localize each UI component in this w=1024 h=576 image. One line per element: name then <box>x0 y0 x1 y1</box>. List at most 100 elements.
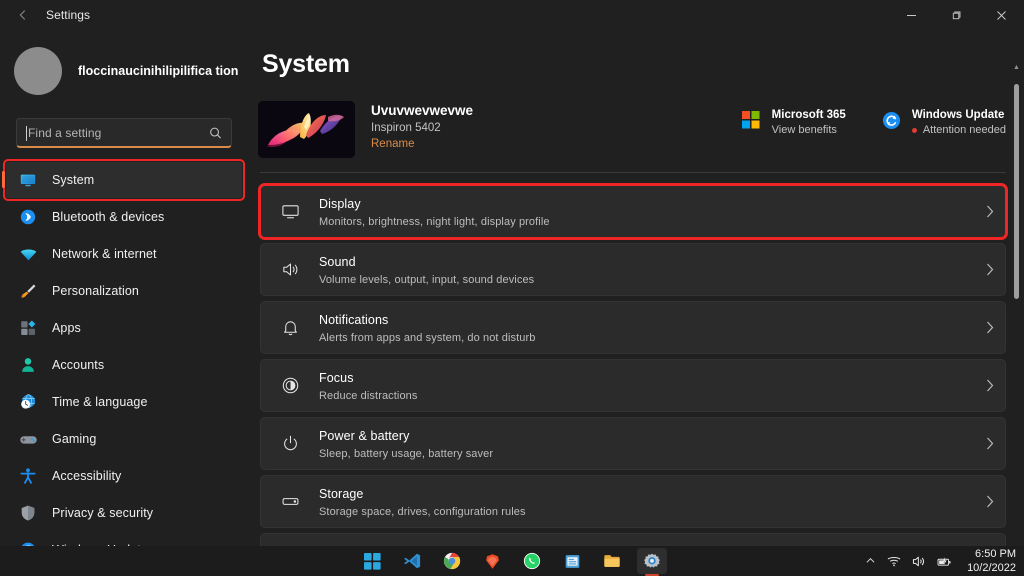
storage-icon <box>275 487 305 517</box>
chevron-right-icon <box>975 321 1005 334</box>
card-title: Sound <box>319 255 356 269</box>
device-thumbnail <box>258 101 355 158</box>
status-subtitle: Attention needed <box>922 124 1006 136</box>
device-name: Uvuvwevwevwe <box>371 103 474 118</box>
status-subtitle-row: Attention needed <box>911 124 1006 136</box>
shield-icon <box>16 501 40 525</box>
microsoft-365-status[interactable]: Microsoft 365 View benefits <box>741 109 846 136</box>
back-arrow-icon[interactable] <box>8 0 38 30</box>
taskbar-icons <box>357 548 667 574</box>
settings-card-focus[interactable]: Focus Reduce distractions <box>260 359 1006 412</box>
scrollbar-track[interactable] <box>1011 74 1022 546</box>
speaker-icon <box>275 255 305 285</box>
card-subtitle: Storage space, drives, configuration rul… <box>319 506 526 518</box>
device-info: Uvuvwevwevwe Inspiron 5402 Rename <box>371 101 473 152</box>
sidebar-nav: System Bluetooth & devices Network & int… <box>0 159 248 568</box>
clock-globe-icon <box>16 390 40 414</box>
update-sync-icon <box>882 111 902 131</box>
taskbar: 6:50 PM 10/2/2022 <box>0 546 1024 576</box>
scroll-up-arrow-icon[interactable]: ▲ <box>1013 64 1020 74</box>
chevron-right-icon <box>975 495 1005 508</box>
search-input[interactable]: Find a setting <box>16 118 232 148</box>
sidebar-item-label: Personalization <box>52 284 139 298</box>
sidebar-item-accessibility[interactable]: Accessibility <box>6 458 242 494</box>
window-controls <box>889 0 1024 30</box>
status-title: Microsoft 365 <box>771 109 846 121</box>
sidebar-item-network-internet[interactable]: Network & internet <box>6 236 242 272</box>
store-button[interactable] <box>557 548 587 574</box>
battery-icon[interactable] <box>937 555 952 568</box>
card-title: Power & battery <box>319 429 410 443</box>
sidebar-item-apps[interactable]: Apps <box>6 310 242 346</box>
status-group: Microsoft 365 View benefits Windows Upda… <box>741 109 1006 136</box>
bluetooth-icon <box>16 205 40 229</box>
sidebar: floccinaucinihilipilifica tion Find a se… <box>0 30 248 558</box>
windows-update-status[interactable]: Windows Update Attention needed <box>882 109 1006 136</box>
wifi-icon <box>16 242 40 266</box>
search-icon <box>209 126 222 139</box>
card-subtitle: Alerts from apps and system, do not dist… <box>319 332 536 344</box>
minimize-button[interactable] <box>889 0 934 30</box>
settings-card-sound[interactable]: Sound Volume levels, output, input, soun… <box>260 243 1006 296</box>
chevron-right-icon <box>975 379 1005 392</box>
sidebar-item-label: Bluetooth & devices <box>52 210 165 224</box>
sidebar-item-label: Privacy & security <box>52 506 154 520</box>
display-icon <box>275 197 305 227</box>
sidebar-item-label: Accessibility <box>52 469 122 483</box>
close-button[interactable] <box>979 0 1024 30</box>
card-title: Storage <box>319 487 364 501</box>
sidebar-item-label: Time & language <box>52 395 148 409</box>
avatar <box>14 47 62 95</box>
chrome-button[interactable] <box>437 548 467 574</box>
whatsapp-button[interactable] <box>517 548 547 574</box>
account-name: floccinaucinihilipilifica tion <box>78 63 239 78</box>
settings-card-nearby-sharing[interactable]: Nearby sharing <box>260 533 1006 546</box>
page-title: System <box>262 50 350 78</box>
sidebar-item-accounts[interactable]: Accounts <box>6 347 242 383</box>
focus-icon <box>275 371 305 401</box>
sidebar-item-bluetooth-devices[interactable]: Bluetooth & devices <box>6 199 242 235</box>
apps-icon <box>16 316 40 340</box>
brave-button[interactable] <box>477 548 507 574</box>
clock[interactable]: 6:50 PM 10/2/2022 <box>967 548 1016 574</box>
divider <box>260 172 1006 173</box>
settings-card-notifications[interactable]: Notifications Alerts from apps and syste… <box>260 301 1006 354</box>
vscode-button[interactable] <box>397 548 427 574</box>
sidebar-item-time-language[interactable]: Time & language <box>6 384 242 420</box>
attention-dot <box>911 127 917 133</box>
sidebar-item-label: Gaming <box>52 432 97 446</box>
rename-link[interactable]: Rename <box>371 138 414 150</box>
sidebar-item-personalization[interactable]: Personalization <box>6 273 242 309</box>
gamepad-icon <box>16 427 40 451</box>
accessibility-icon <box>16 464 40 488</box>
scrollbar[interactable]: ▲ ▼ <box>1011 64 1022 546</box>
settings-card-storage[interactable]: Storage Storage space, drives, configura… <box>260 475 1006 528</box>
card-subtitle: Sleep, battery usage, battery saver <box>319 448 494 460</box>
sidebar-item-gaming[interactable]: Gaming <box>6 421 242 457</box>
settings-button[interactable] <box>637 548 667 574</box>
wifi-icon[interactable] <box>887 555 901 567</box>
microsoft-logo-icon <box>741 111 762 131</box>
chevron-right-icon <box>975 263 1005 276</box>
account-row[interactable]: floccinaucinihilipilifica tion <box>0 38 248 104</box>
show-hidden-icons-button[interactable] <box>866 556 875 566</box>
maximize-button[interactable] <box>934 0 979 30</box>
clock-time: 6:50 PM <box>975 548 1016 560</box>
file-explorer-button[interactable] <box>597 548 627 574</box>
scrollbar-thumb[interactable] <box>1014 84 1019 299</box>
search-container: Find a setting <box>0 118 248 148</box>
card-title: Notifications <box>319 313 389 327</box>
sidebar-item-label: System <box>52 173 95 187</box>
card-subtitle: Monitors, brightness, night light, displ… <box>319 216 550 228</box>
chevron-right-icon <box>975 205 1005 218</box>
sidebar-item-privacy-security[interactable]: Privacy & security <box>6 495 242 531</box>
search-placeholder: Find a setting <box>28 125 102 140</box>
start-button[interactable] <box>357 548 387 574</box>
volume-icon[interactable] <box>912 555 926 568</box>
status-subtitle: View benefits <box>771 124 837 136</box>
settings-card-power-battery[interactable]: Power & battery Sleep, battery usage, ba… <box>260 417 1006 470</box>
clock-date: 10/2/2022 <box>967 562 1016 574</box>
settings-card-display[interactable]: Display Monitors, brightness, night ligh… <box>258 183 1008 240</box>
main-content: System Uvuvwevwevwe Inspiron 5402 Rename… <box>248 30 1024 546</box>
sidebar-item-system[interactable]: System <box>2 159 245 201</box>
